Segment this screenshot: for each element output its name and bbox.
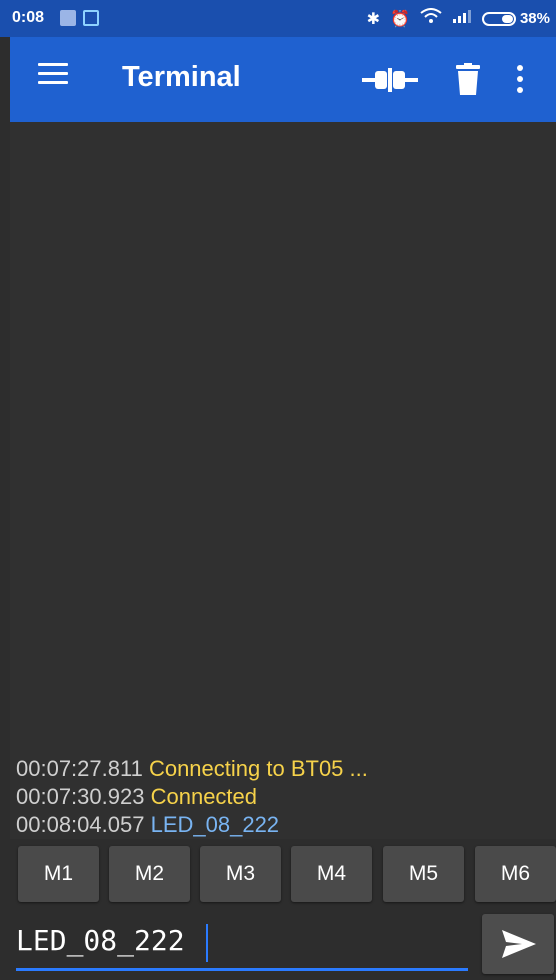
terminal-line: 00:07:27.811 Connecting to BT05 ... xyxy=(16,755,368,783)
macro-button-m3[interactable]: M3 xyxy=(200,846,281,902)
sync-icon xyxy=(83,10,99,26)
line-timestamp: 00:07:27.811 xyxy=(16,756,143,781)
battery-indicator: 38% xyxy=(481,10,550,27)
line-timestamp: 00:08:04.057 xyxy=(16,812,145,837)
send-icon xyxy=(502,930,536,958)
terminal-line: 00:07:30.923 Connected xyxy=(16,783,368,811)
status-time: 0:08 xyxy=(12,9,45,26)
battery-percent: 38% xyxy=(519,10,550,27)
alarm-off-icon: ⏰ xyxy=(390,10,410,28)
send-button[interactable] xyxy=(482,914,554,974)
plug-connect-icon[interactable] xyxy=(362,65,418,95)
status-bar: 0:08 ✱ ⏰ 38% xyxy=(0,0,556,37)
hamburger-menu-icon[interactable] xyxy=(38,63,68,93)
input-underline xyxy=(16,968,468,971)
line-timestamp: 00:07:30.923 xyxy=(16,784,145,809)
macro-button-m5[interactable]: M5 xyxy=(383,846,464,902)
trash-icon[interactable] xyxy=(456,63,480,95)
bluetooth-icon: ✱ xyxy=(366,10,381,28)
macro-bar: M1 M2 M3 M4 M5 M6 xyxy=(10,846,556,902)
more-vertical-icon[interactable] xyxy=(510,63,530,95)
page-title: Terminal xyxy=(122,61,241,93)
macro-button-m6[interactable]: M6 xyxy=(475,846,556,902)
macro-button-m2[interactable]: M2 xyxy=(109,846,190,902)
app-bar: Terminal xyxy=(10,37,556,122)
wifi-icon xyxy=(420,8,442,29)
text-cursor xyxy=(206,924,208,962)
signal-icon xyxy=(452,9,472,28)
line-text: Connected xyxy=(150,784,258,809)
macro-button-m4[interactable]: M4 xyxy=(291,846,372,902)
macro-button-m1[interactable]: M1 xyxy=(18,846,99,902)
terminal-line: 00:08:04.057 LED_08_222 xyxy=(16,811,368,839)
send-text-input[interactable] xyxy=(16,922,464,958)
line-text: LED_08_222 xyxy=(150,812,280,837)
notification-icon xyxy=(60,10,76,26)
input-row xyxy=(10,910,556,980)
battery-icon xyxy=(481,11,516,26)
terminal-output[interactable]: 00:07:27.811 Connecting to BT05 ... 00:0… xyxy=(10,122,556,839)
line-text: Connecting to BT05 ... xyxy=(148,756,368,781)
terminal-lines: 00:07:27.811 Connecting to BT05 ... 00:0… xyxy=(16,755,368,839)
